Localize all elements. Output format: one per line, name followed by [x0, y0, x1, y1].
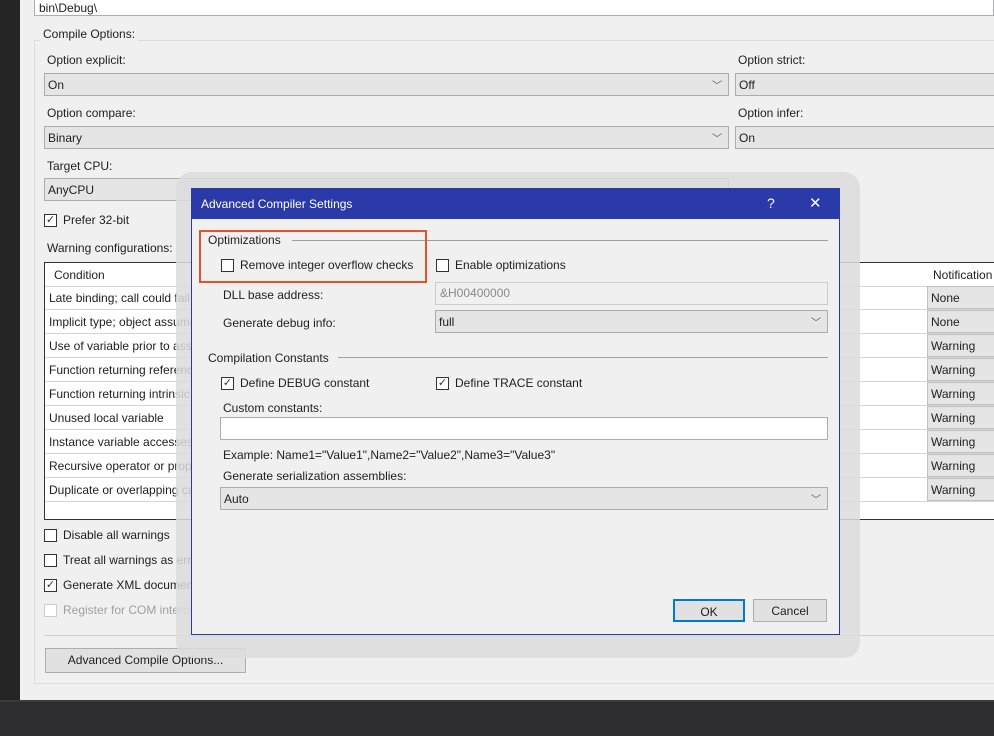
option-compare-label: Option compare:: [47, 106, 136, 120]
column-notification: Notification: [933, 268, 993, 282]
option-explicit-label: Option explicit:: [47, 53, 126, 67]
option-explicit-value: On: [48, 78, 65, 92]
checkmark-icon: ✓: [44, 213, 57, 227]
serialization-label: Generate serialization assemblies:: [223, 469, 407, 483]
chevron-down-icon: ﹀: [712, 81, 722, 92]
debug-info-dropdown[interactable]: full ﹀: [435, 310, 828, 333]
option-infer-dropdown[interactable]: On: [735, 126, 994, 149]
prefer-32bit-label: Prefer 32-bit: [63, 213, 130, 227]
custom-constants-label: Custom constants:: [223, 401, 323, 415]
dll-base-label: DLL base address:: [223, 288, 324, 302]
close-icon[interactable]: ✕: [809, 194, 822, 212]
separator: [338, 357, 828, 358]
notification-dropdown[interactable]: Warning: [927, 358, 994, 381]
notification-dropdown[interactable]: Warning: [927, 406, 994, 429]
define-trace-checkbox[interactable]: ✓ Define TRACE constant: [436, 376, 582, 390]
bottom-panel: [0, 700, 994, 736]
column-condition: Condition: [54, 268, 105, 282]
dll-base-input[interactable]: &H00400000: [435, 282, 828, 305]
remove-overflow-label: Remove integer overflow checks: [240, 258, 414, 272]
warning-configurations-label: Warning configurations:: [47, 241, 173, 255]
notification-dropdown[interactable]: Warning: [927, 478, 994, 501]
define-trace-label: Define TRACE constant: [455, 376, 583, 390]
disable-all-warnings-checkbox[interactable]: Disable all warnings: [44, 528, 170, 542]
dialog-title: Advanced Compiler Settings: [201, 197, 353, 211]
option-infer-label: Option infer:: [738, 106, 804, 120]
custom-constants-input[interactable]: [220, 417, 828, 440]
notification-dropdown[interactable]: None: [927, 286, 994, 309]
option-compare-dropdown[interactable]: Binary ﹀: [44, 126, 729, 149]
condition-cell: Unused local variable: [49, 411, 164, 425]
checkbox-box: [44, 528, 57, 542]
target-cpu-label: Target CPU:: [47, 159, 113, 173]
checkmark-icon: ✓: [221, 376, 234, 390]
remove-overflow-checkbox[interactable]: Remove integer overflow checks: [221, 258, 413, 272]
help-icon[interactable]: ?: [767, 195, 775, 211]
prefer-32bit-checkbox[interactable]: ✓ Prefer 32-bit: [44, 213, 129, 227]
checkbox-box: [44, 603, 57, 617]
debug-info-value: full: [439, 315, 455, 329]
enable-optimizations-checkbox[interactable]: Enable optimizations: [436, 258, 566, 272]
define-debug-checkbox[interactable]: ✓ Define DEBUG constant: [221, 376, 369, 390]
option-strict-label: Option strict:: [738, 53, 806, 67]
ok-button[interactable]: OK: [673, 599, 745, 622]
checkbox-box: [44, 553, 57, 567]
highlight-box: [199, 230, 427, 283]
checkbox-box: [221, 258, 234, 272]
checkmark-icon: ✓: [436, 376, 449, 390]
option-explicit-dropdown[interactable]: On ﹀: [44, 73, 729, 96]
debug-info-label: Generate debug info:: [223, 316, 336, 330]
disable-all-warnings-label: Disable all warnings: [63, 528, 170, 542]
notification-dropdown[interactable]: Warning: [927, 454, 994, 477]
enable-optimizations-label: Enable optimizations: [455, 258, 566, 272]
chevron-down-icon: ﹀: [811, 495, 821, 506]
checkbox-box: [436, 258, 449, 272]
output-path-input[interactable]: bin\Debug\: [34, 0, 994, 16]
compilation-constants-label: Compilation Constants: [208, 351, 329, 365]
example-text: Example: Name1="Value1",Name2="Value2",N…: [223, 448, 556, 462]
option-compare-value: Binary: [48, 131, 83, 145]
chevron-down-icon: ﹀: [811, 318, 821, 329]
notification-dropdown[interactable]: None: [927, 310, 994, 333]
compile-options-label: Compile Options:: [40, 27, 139, 41]
checkmark-icon: ✓: [44, 578, 57, 592]
dialog-titlebar: Advanced Compiler Settings ? ✕: [192, 189, 839, 219]
left-strip: [0, 0, 20, 700]
advanced-compiler-settings-dialog: Advanced Compiler Settings ? ✕ Optimizat…: [191, 188, 840, 635]
option-strict-dropdown[interactable]: Off: [735, 73, 994, 96]
serialization-dropdown[interactable]: Auto ﹀: [220, 487, 828, 510]
serialization-value: Auto: [224, 492, 249, 506]
notification-dropdown[interactable]: Warning: [927, 334, 994, 357]
notification-dropdown[interactable]: Warning: [927, 430, 994, 453]
condition-cell: Late binding; call could fail: [49, 291, 190, 305]
chevron-down-icon: ﹀: [712, 134, 722, 145]
notification-dropdown[interactable]: Warning: [927, 382, 994, 405]
register-com-checkbox[interactable]: Register for COM interop: [44, 603, 196, 617]
define-debug-label: Define DEBUG constant: [240, 376, 370, 390]
cancel-button[interactable]: Cancel: [753, 599, 827, 622]
